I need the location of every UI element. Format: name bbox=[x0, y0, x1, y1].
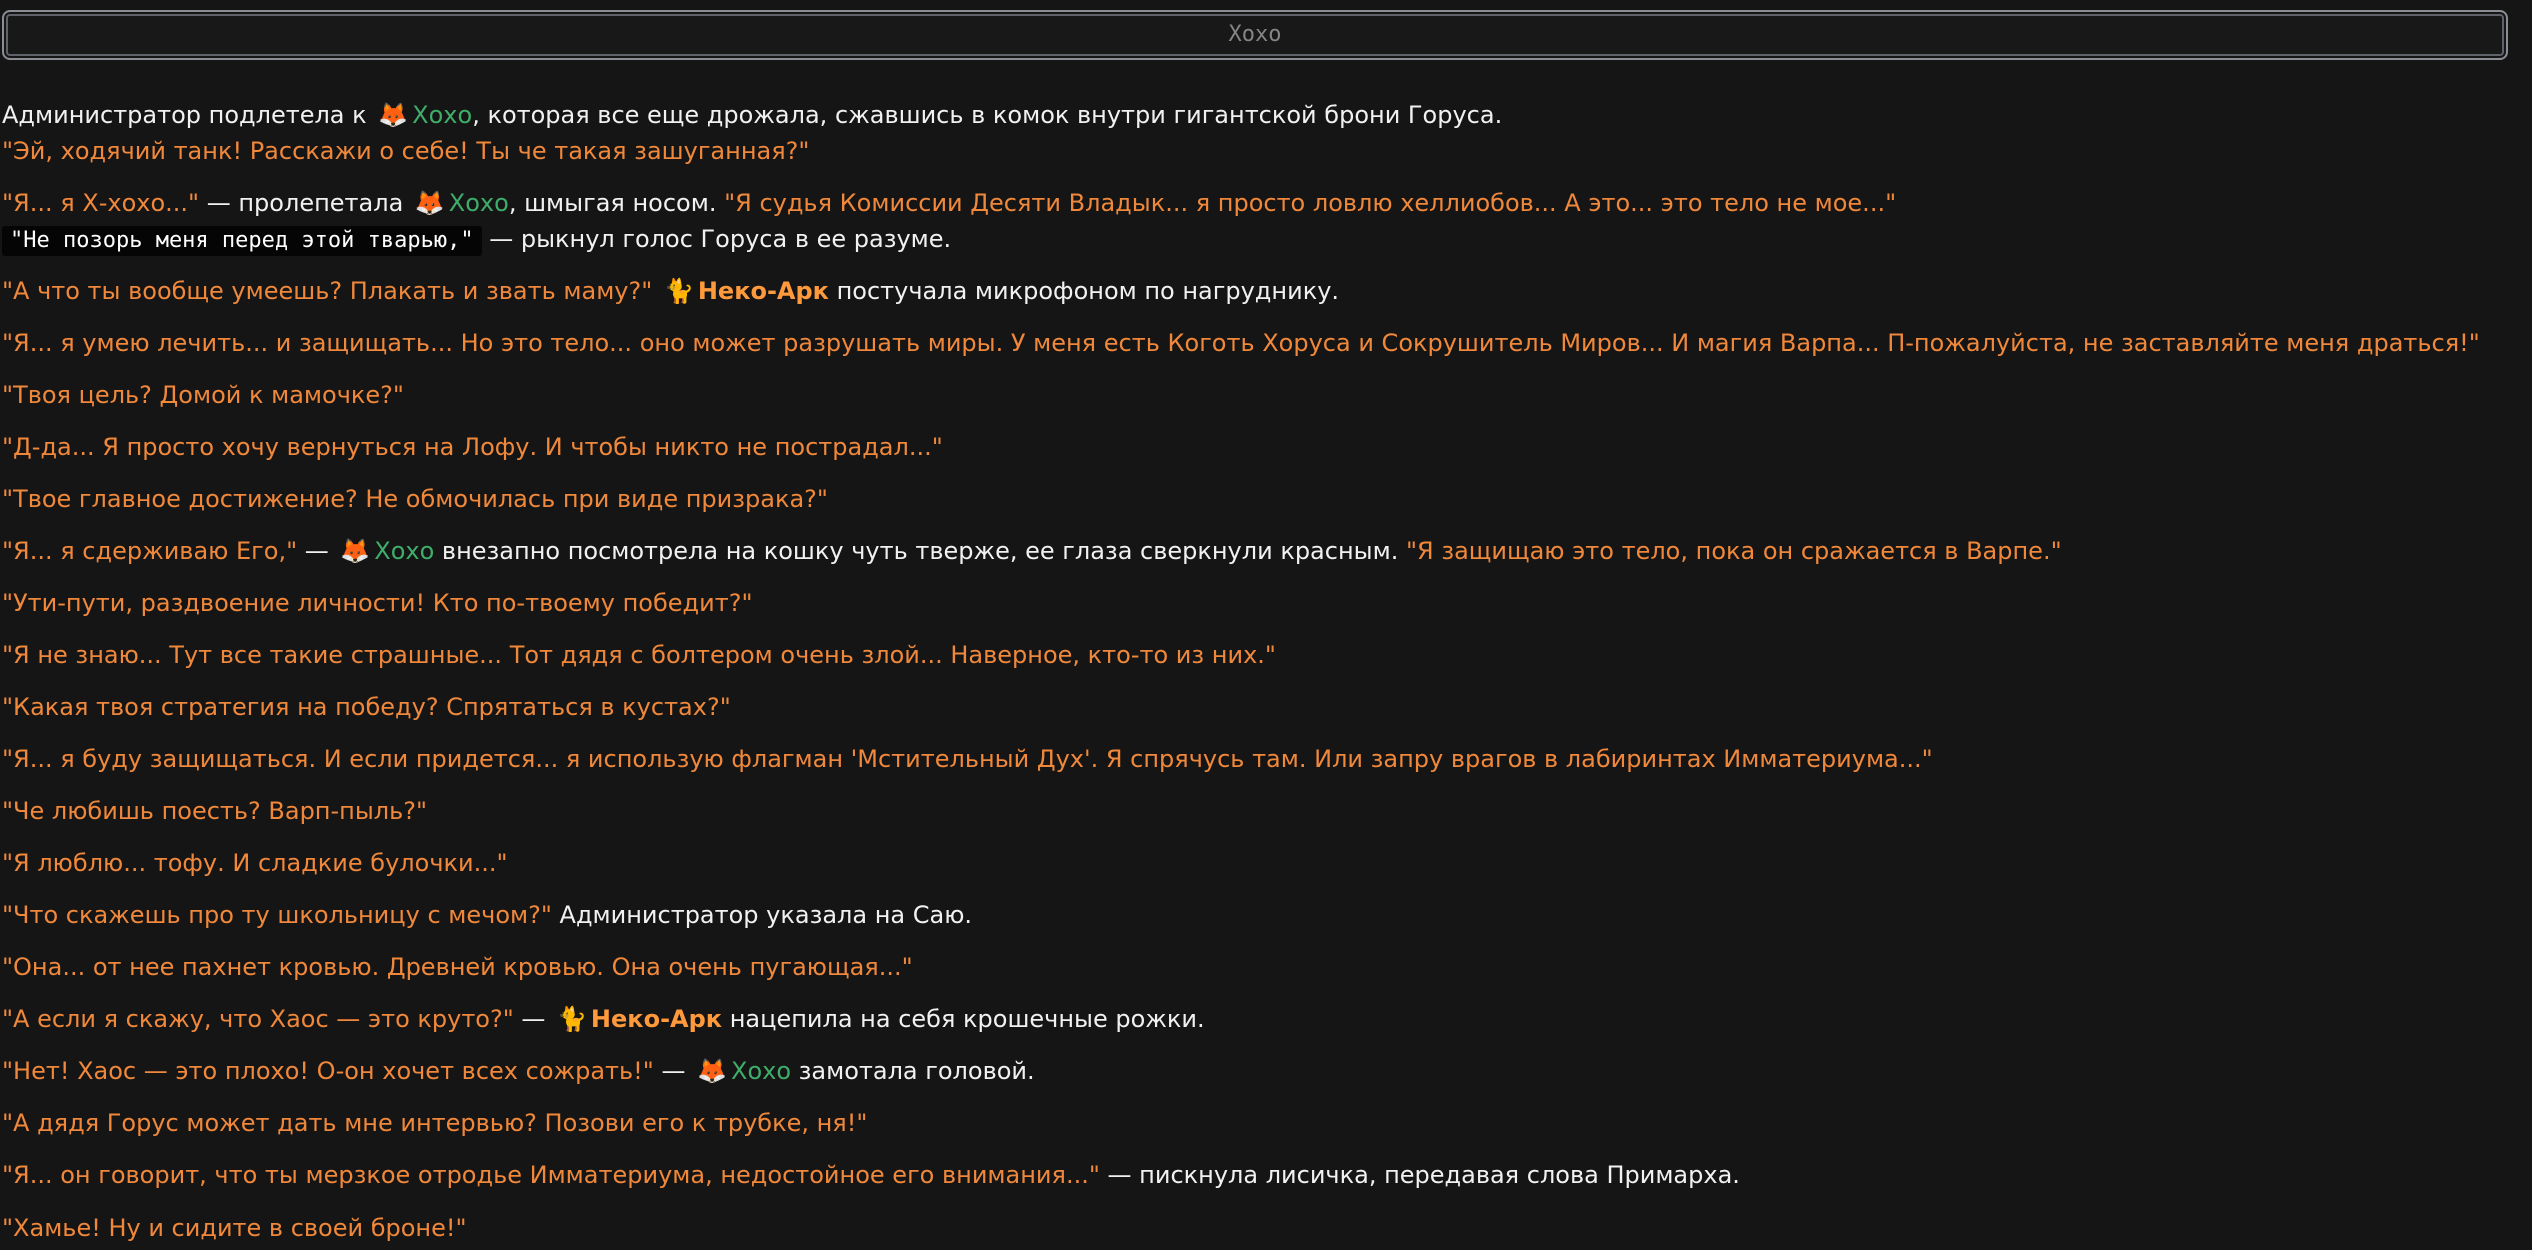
quote-text: "Эй, ходячий танк! Расскажи о себе! Ты ч… bbox=[2, 137, 810, 165]
inline-code-voice: "Не позорь меня перед этой тварью," bbox=[2, 226, 482, 256]
quote-text: "Твое главное достижение? Не обмочилась … bbox=[2, 485, 828, 513]
story-line: "Я... я сдерживаю Его," — 🦊 Хохо внезапно… bbox=[2, 533, 2062, 569]
narration-text: замотала головой. bbox=[791, 1057, 1035, 1085]
quote-text: "Д-да... Я просто хочу вернуться на Лофу… bbox=[2, 433, 943, 461]
narration-text: Администратор указала на Саю. bbox=[551, 901, 973, 929]
chat-title: Хохо bbox=[1228, 22, 1282, 47]
character-emoji-icon: 🦊 bbox=[697, 1057, 727, 1085]
narration-text bbox=[652, 277, 660, 305]
chat-title-bar: Хохо bbox=[2, 10, 2508, 60]
narration-text: — bbox=[297, 537, 337, 565]
story-line: "Я... он говорит, что ты мерзкое отродье… bbox=[2, 1157, 1740, 1193]
story-line: "Я не знаю... Тут все такие страшные... … bbox=[2, 637, 1276, 673]
quote-text: "Я судья Комиссии Десяти Владык... я про… bbox=[724, 189, 1897, 217]
quote-text: "Какая твоя стратегия на победу? Спрятат… bbox=[2, 693, 731, 721]
story-line: "Не позорь меня перед этой тварью," — ры… bbox=[2, 221, 951, 257]
quote-text: "А что ты вообще умеешь? Плакать и звать… bbox=[2, 277, 653, 305]
character-emoji-icon: 🦊 bbox=[414, 189, 445, 217]
character-name-neko-arc: Неко-Арк bbox=[590, 1005, 723, 1033]
quote-text: "А если я скажу, что Хаос — это круто?" bbox=[2, 1005, 514, 1033]
story-line: "Д-да... Я просто хочу вернуться на Лофу… bbox=[2, 429, 943, 465]
story-line: "Что скажешь про ту школьницу с мечом?" … bbox=[2, 897, 972, 933]
narration-text: постучала микрофоном по нагруднику. bbox=[828, 277, 1340, 305]
narration-text: — пискнула лисичка, передавая слова Прим… bbox=[1099, 1161, 1740, 1189]
story-line: "Я... я Х-хохо..." — пролепетала 🦊 Хохо, … bbox=[2, 185, 1896, 221]
character-name-hoho: Хохо bbox=[731, 1057, 792, 1085]
quote-text: "Че любишь поесть? Варп-пыль?" bbox=[2, 797, 428, 825]
quote-text: "Ути-пути, раздвоение личности! Кто по-т… bbox=[2, 589, 753, 617]
story-line: "А дядя Горус может дать мне интервью? П… bbox=[2, 1105, 867, 1141]
story-line: "Ути-пути, раздвоение личности! Кто по-т… bbox=[2, 585, 753, 621]
quote-text: "А дядя Горус может дать мне интервью? П… bbox=[2, 1109, 868, 1137]
quote-text: "Что скажешь про ту школьницу с мечом?" bbox=[2, 901, 552, 929]
narration-text: — пролепетала bbox=[199, 189, 411, 217]
story-line: "Че любишь поесть? Варп-пыль?" bbox=[2, 793, 427, 829]
quote-text: "Твоя цель? Домой к мамочке?" bbox=[2, 381, 404, 409]
quote-text: "Я... он говорит, что ты мерзкое отродье… bbox=[2, 1161, 1100, 1189]
story-line: Администратор подлетела к 🦊 Хохо, которая… bbox=[2, 97, 1502, 133]
quote-text: "Я... я умею лечить... и защищать... Но … bbox=[2, 329, 2480, 357]
quote-text: "Хамье! Ну и сидите в своей броне!" bbox=[2, 1214, 467, 1242]
story-line: "Я люблю... тофу. И сладкие булочки..." bbox=[2, 845, 508, 881]
story-line: "Твоя цель? Домой к мамочке?" bbox=[2, 377, 404, 413]
character-name-hoho: Хохо bbox=[374, 537, 435, 565]
quote-text: "Нет! Хаос — это плохо! О-он хочет всех … bbox=[2, 1057, 654, 1085]
story-line: "А если я скажу, что Хаос — это круто?" … bbox=[2, 1001, 1205, 1037]
narration-text: — bbox=[653, 1057, 694, 1085]
story-line: "Я... я умею лечить... и защищать... Но … bbox=[2, 325, 2480, 361]
quote-text: "Я защищаю это тело, пока он сражается в… bbox=[1405, 537, 2062, 565]
character-emoji-icon: 🦊 bbox=[378, 101, 409, 129]
quote-text: "Она... от нее пахнет кровью. Древней кр… bbox=[2, 953, 913, 981]
story-line: "Она... от нее пахнет кровью. Древней кр… bbox=[2, 949, 913, 985]
story-line: "Я... я буду защищаться. И если придется… bbox=[2, 741, 1933, 777]
character-name-hoho: Хохо bbox=[412, 101, 473, 129]
narration-text: Администратор подлетела к bbox=[2, 101, 375, 129]
quote-text: "Я... я сдерживаю Его," bbox=[2, 537, 298, 565]
story-line: "Хамье! Ну и сидите в своей броне!" bbox=[2, 1210, 467, 1246]
story-line: "Нет! Хаос — это плохо! О-он хочет всех … bbox=[2, 1053, 1035, 1089]
story-line: "А что ты вообще умеешь? Плакать и звать… bbox=[2, 273, 1339, 309]
character-emoji-icon: 🐈 bbox=[663, 277, 694, 305]
quote-text: "Я люблю... тофу. И сладкие булочки..." bbox=[2, 849, 508, 877]
narration-text: нацепила на себя крошечные рожки. bbox=[722, 1005, 1205, 1033]
character-emoji-icon: 🦊 bbox=[340, 537, 371, 565]
story-line: "Твое главное достижение? Не обмочилась … bbox=[2, 481, 828, 517]
narration-text: — рыкнул голос Горуса в ее разуме. bbox=[481, 225, 952, 253]
quote-text: "Я... я буду защищаться. И если придется… bbox=[2, 745, 1933, 773]
narration-text: , шмыгая носом. bbox=[508, 189, 725, 217]
story-line: "Какая твоя стратегия на победу? Спрятат… bbox=[2, 689, 731, 725]
character-name-hoho: Хохо bbox=[448, 189, 509, 217]
narration-text: — bbox=[513, 1005, 554, 1033]
quote-text: "Я... я Х-хохо..." bbox=[2, 189, 200, 217]
story-line: "Эй, ходячий танк! Расскажи о себе! Ты ч… bbox=[2, 133, 809, 169]
character-emoji-icon: 🐈 bbox=[557, 1005, 587, 1033]
quote-text: "Я не знаю... Тут все такие страшные... … bbox=[2, 641, 1276, 669]
character-name-neko-arc: Неко-Арк bbox=[697, 277, 829, 305]
narration-text: внезапно посмотрела на кошку чуть тверже… bbox=[434, 537, 1406, 565]
narration-text: , которая все еще дрожала, сжавшись в ко… bbox=[472, 101, 1503, 129]
